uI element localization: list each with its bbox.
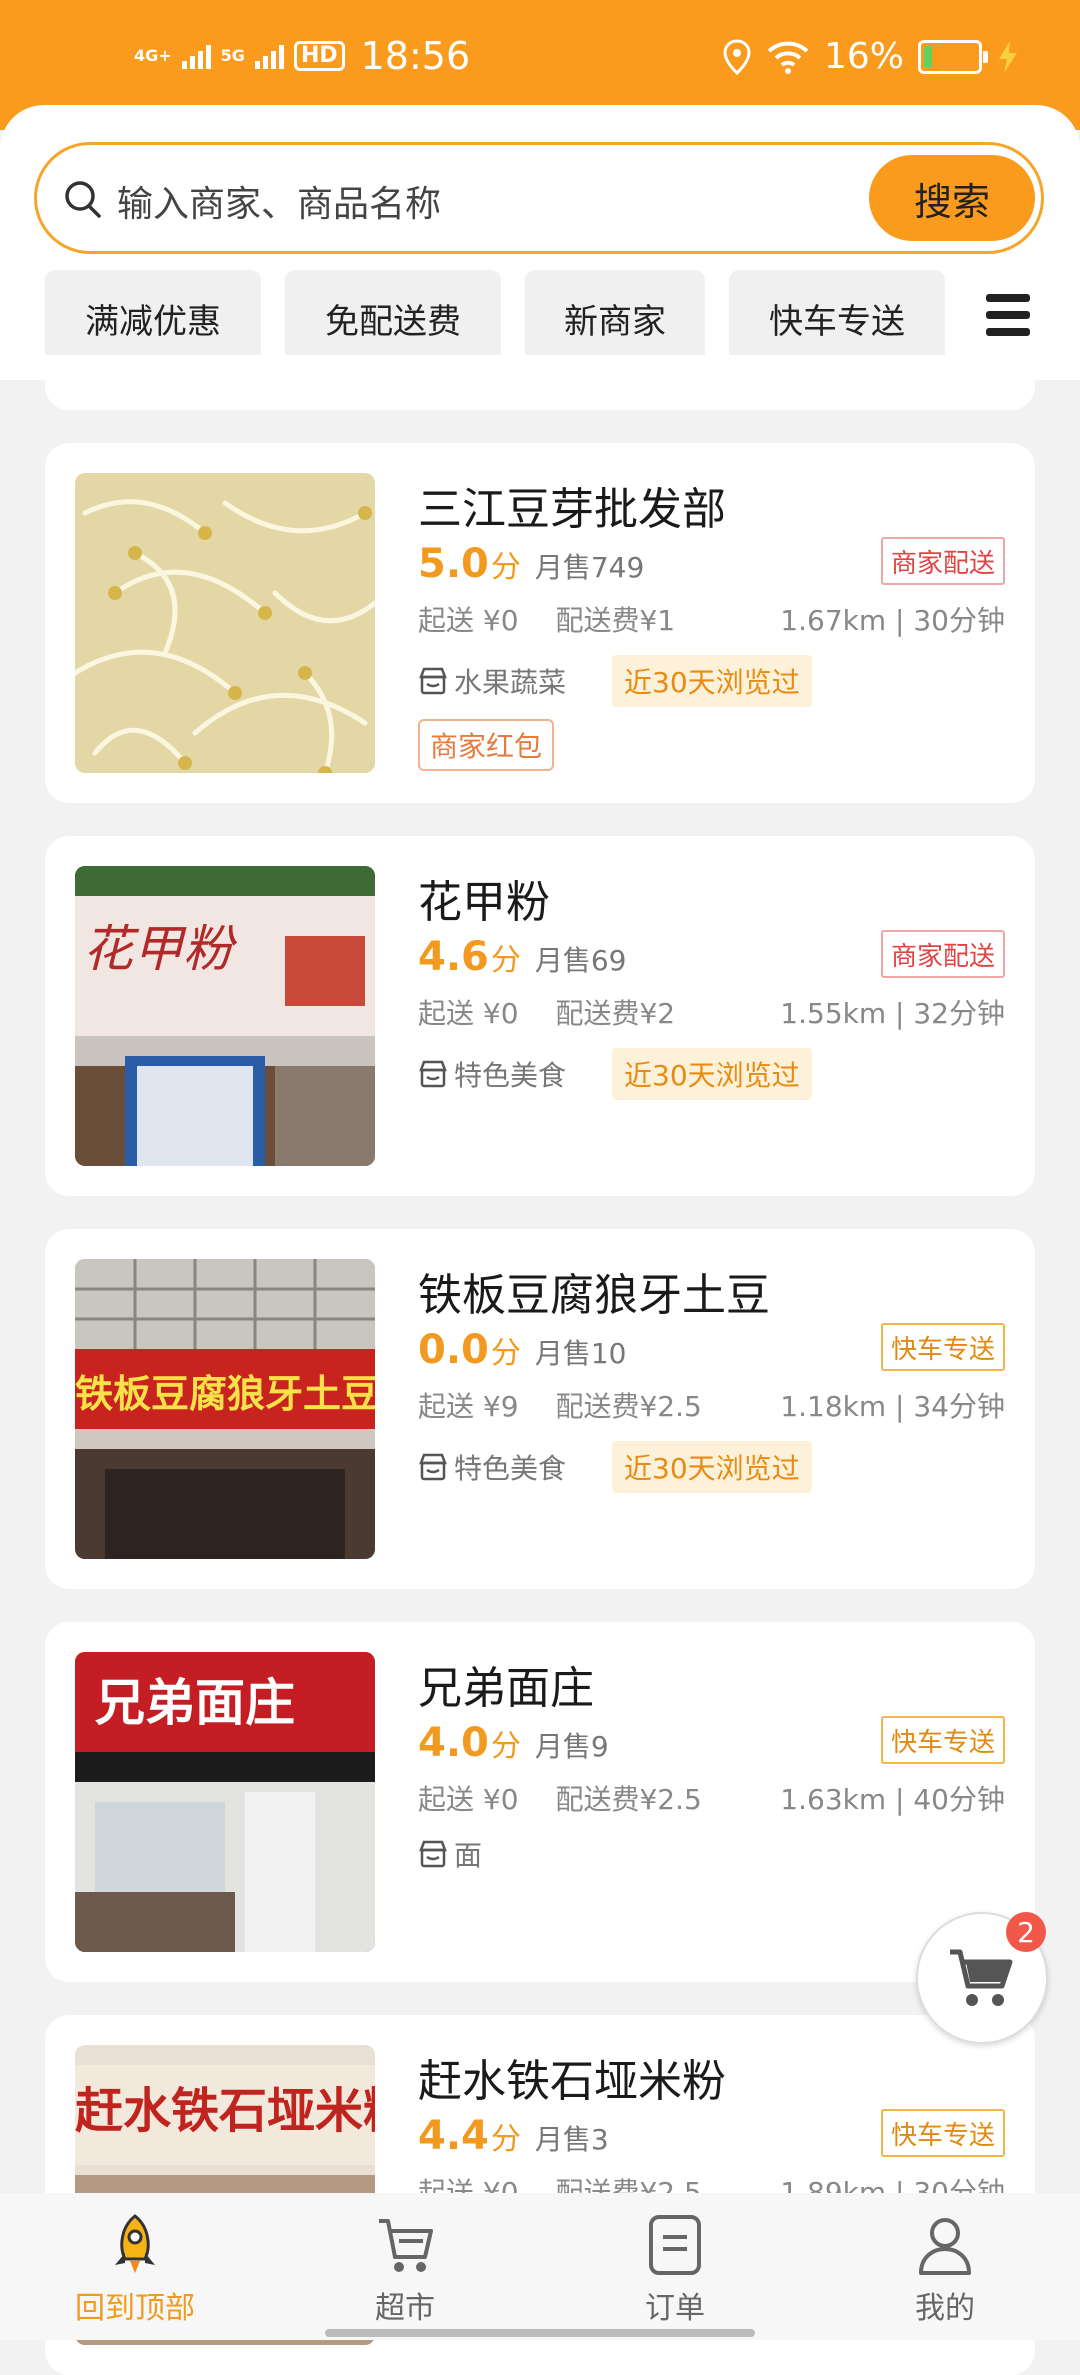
search-input[interactable]: 输入商家、商品名称 [117, 175, 441, 227]
store-thumbnail: 兄弟面庄 [75, 1652, 375, 1952]
distance-time: 1.18km | 34分钟 [780, 1390, 1005, 1423]
score-unit: 分 [490, 943, 521, 978]
shop-category-icon [419, 1453, 447, 1481]
battery-icon [918, 39, 988, 74]
min-order: 起送 ¥9 [418, 1390, 519, 1423]
viewed-recently-badge: 近30天浏览过 [612, 655, 812, 707]
nav-item-back-to-top[interactable]: 回到顶部 [0, 2193, 270, 2340]
shop-category-icon [419, 1840, 447, 1868]
delivery-tag: 快车专送 [880, 1323, 1005, 1371]
nav-label: 超市 [375, 2291, 435, 2326]
filter-chip-discount[interactable]: 满减优惠 [45, 270, 261, 366]
shop-sign-text: 赶水铁石垭米粉 [75, 2083, 375, 2139]
charging-bolt-icon [999, 40, 1017, 73]
store-card[interactable]: 兄弟面庄 兄弟面庄 4.0 分 月售9 快车专送 起送 ¥0 配送费¥2.5 1… [45, 1622, 1035, 1982]
person-icon [919, 2218, 971, 2275]
min-order: 起送 ¥0 [418, 1783, 519, 1816]
monthly-sales: 月售749 [534, 551, 645, 584]
hd-badge: HD [293, 41, 345, 71]
store-name: 赶水铁石垭米粉 [418, 2056, 726, 2107]
shop-category-icon [419, 667, 447, 695]
viewed-recently-badge: 近30天浏览过 [612, 1441, 812, 1493]
search-icon [65, 181, 101, 218]
cart-icon [379, 2219, 433, 2272]
store-score: 4.0 [418, 1720, 489, 1766]
score-unit: 分 [490, 2122, 521, 2157]
shop-sign-text: 铁板豆腐狼牙土豆 [75, 1372, 375, 1416]
network-b-label: 5G [220, 46, 245, 65]
nav-label: 订单 [645, 2291, 705, 2326]
store-name: 兄弟面庄 [418, 1663, 594, 1714]
store-card[interactable]: 铁板豆腐狼牙土豆 铁板豆腐狼牙土豆 0.0 分 月售10 快车专送 起送 ¥9 … [45, 1229, 1035, 1589]
shop-sign-text: 花甲粉 [83, 920, 238, 978]
store-card[interactable]: 花甲粉 花甲粉 4.6 分 月售69 商家配送 起送 ¥0 配送费¥2 1.55… [45, 836, 1035, 1196]
monthly-sales: 月售69 [534, 944, 627, 977]
store-category: 特色美食 [454, 1059, 567, 1092]
bottom-nav: 回到顶部 超市 订单 我的 [0, 2193, 1080, 2340]
order-icon [649, 2215, 701, 2275]
distance-time: 1.55km | 32分钟 [780, 997, 1005, 1030]
delivery-tag: 商家配送 [880, 930, 1005, 978]
min-order: 起送 ¥0 [418, 604, 519, 637]
store-name: 铁板豆腐狼牙土豆 [418, 1270, 770, 1321]
min-order: 起送 ¥0 [418, 997, 519, 1030]
signal-icon [254, 43, 284, 69]
store-category: 特色美食 [454, 1452, 567, 1485]
delivery-tag: 快车专送 [880, 1716, 1005, 1764]
store-thumbnail: 花甲粉 [75, 866, 375, 1166]
filter-chip-express[interactable]: 快车专送 [729, 270, 945, 366]
score-unit: 分 [490, 550, 521, 585]
delivery-fee: 配送费¥2.5 [555, 1390, 702, 1423]
previous-card-edge [45, 355, 1035, 410]
delivery-tag: 商家配送 [880, 537, 1005, 585]
filter-chip-free-delivery[interactable]: 免配送费 [285, 270, 501, 366]
score-unit: 分 [490, 1336, 521, 1371]
monthly-sales: 月售3 [534, 2123, 609, 2156]
nav-item-supermarket[interactable]: 超市 [270, 2193, 540, 2340]
shop-category-icon [419, 1060, 447, 1088]
store-thumbnail: 铁板豆腐狼牙土豆 [75, 1259, 375, 1559]
nav-item-me[interactable]: 我的 [810, 2193, 1080, 2340]
viewed-recently-badge: 近30天浏览过 [612, 1048, 812, 1100]
battery-percent: 16% [823, 36, 904, 77]
store-category: 面 [454, 1839, 483, 1872]
menu-icon[interactable] [986, 294, 1030, 340]
rocket-icon [115, 2214, 155, 2273]
signal-icon [181, 43, 211, 69]
location-icon [723, 38, 751, 75]
score-unit: 分 [490, 1729, 521, 1764]
store-name: 花甲粉 [418, 877, 550, 928]
cart-icon [950, 1949, 1013, 2006]
home-indicator [325, 2329, 755, 2337]
store-card[interactable]: 三江豆芽批发部 5.0 分 月售749 商家配送 起送 ¥0 配送费¥1 1.6… [45, 443, 1035, 803]
nav-label: 回到顶部 [75, 2291, 195, 2326]
delivery-fee: 配送费¥2 [555, 997, 676, 1030]
store-score: 4.4 [418, 2113, 489, 2159]
monthly-sales: 月售10 [534, 1337, 627, 1370]
status-time: 18:56 [360, 34, 471, 78]
delivery-tag: 快车专送 [880, 2109, 1005, 2157]
shop-sign-text: 兄弟面庄 [95, 1673, 295, 1732]
store-score: 4.6 [418, 934, 489, 980]
wifi-icon [767, 41, 809, 74]
store-score: 5.0 [418, 541, 489, 587]
merchant-red-packet-tag: 商家红包 [418, 719, 555, 771]
delivery-fee: 配送费¥1 [555, 604, 676, 637]
store-thumbnail [75, 473, 375, 773]
distance-time: 1.63km | 40分钟 [780, 1783, 1005, 1816]
nav-item-orders[interactable]: 订单 [540, 2193, 810, 2340]
store-name: 三江豆芽批发部 [418, 484, 726, 535]
delivery-fee: 配送费¥2.5 [555, 1783, 702, 1816]
store-score: 0.0 [418, 1327, 489, 1373]
cart-count-badge: 2 [1006, 1912, 1046, 1952]
filter-chip-new-merchant[interactable]: 新商家 [525, 270, 705, 366]
monthly-sales: 月售9 [534, 1730, 609, 1763]
nav-label: 我的 [915, 2291, 975, 2326]
distance-time: 1.67km | 30分钟 [780, 604, 1005, 637]
search-bar[interactable]: 输入商家、商品名称 搜索 [34, 142, 1044, 254]
search-button[interactable]: 搜索 [869, 155, 1035, 241]
store-category: 水果蔬菜 [454, 666, 567, 699]
network-a-label: 4G+ [134, 46, 172, 65]
